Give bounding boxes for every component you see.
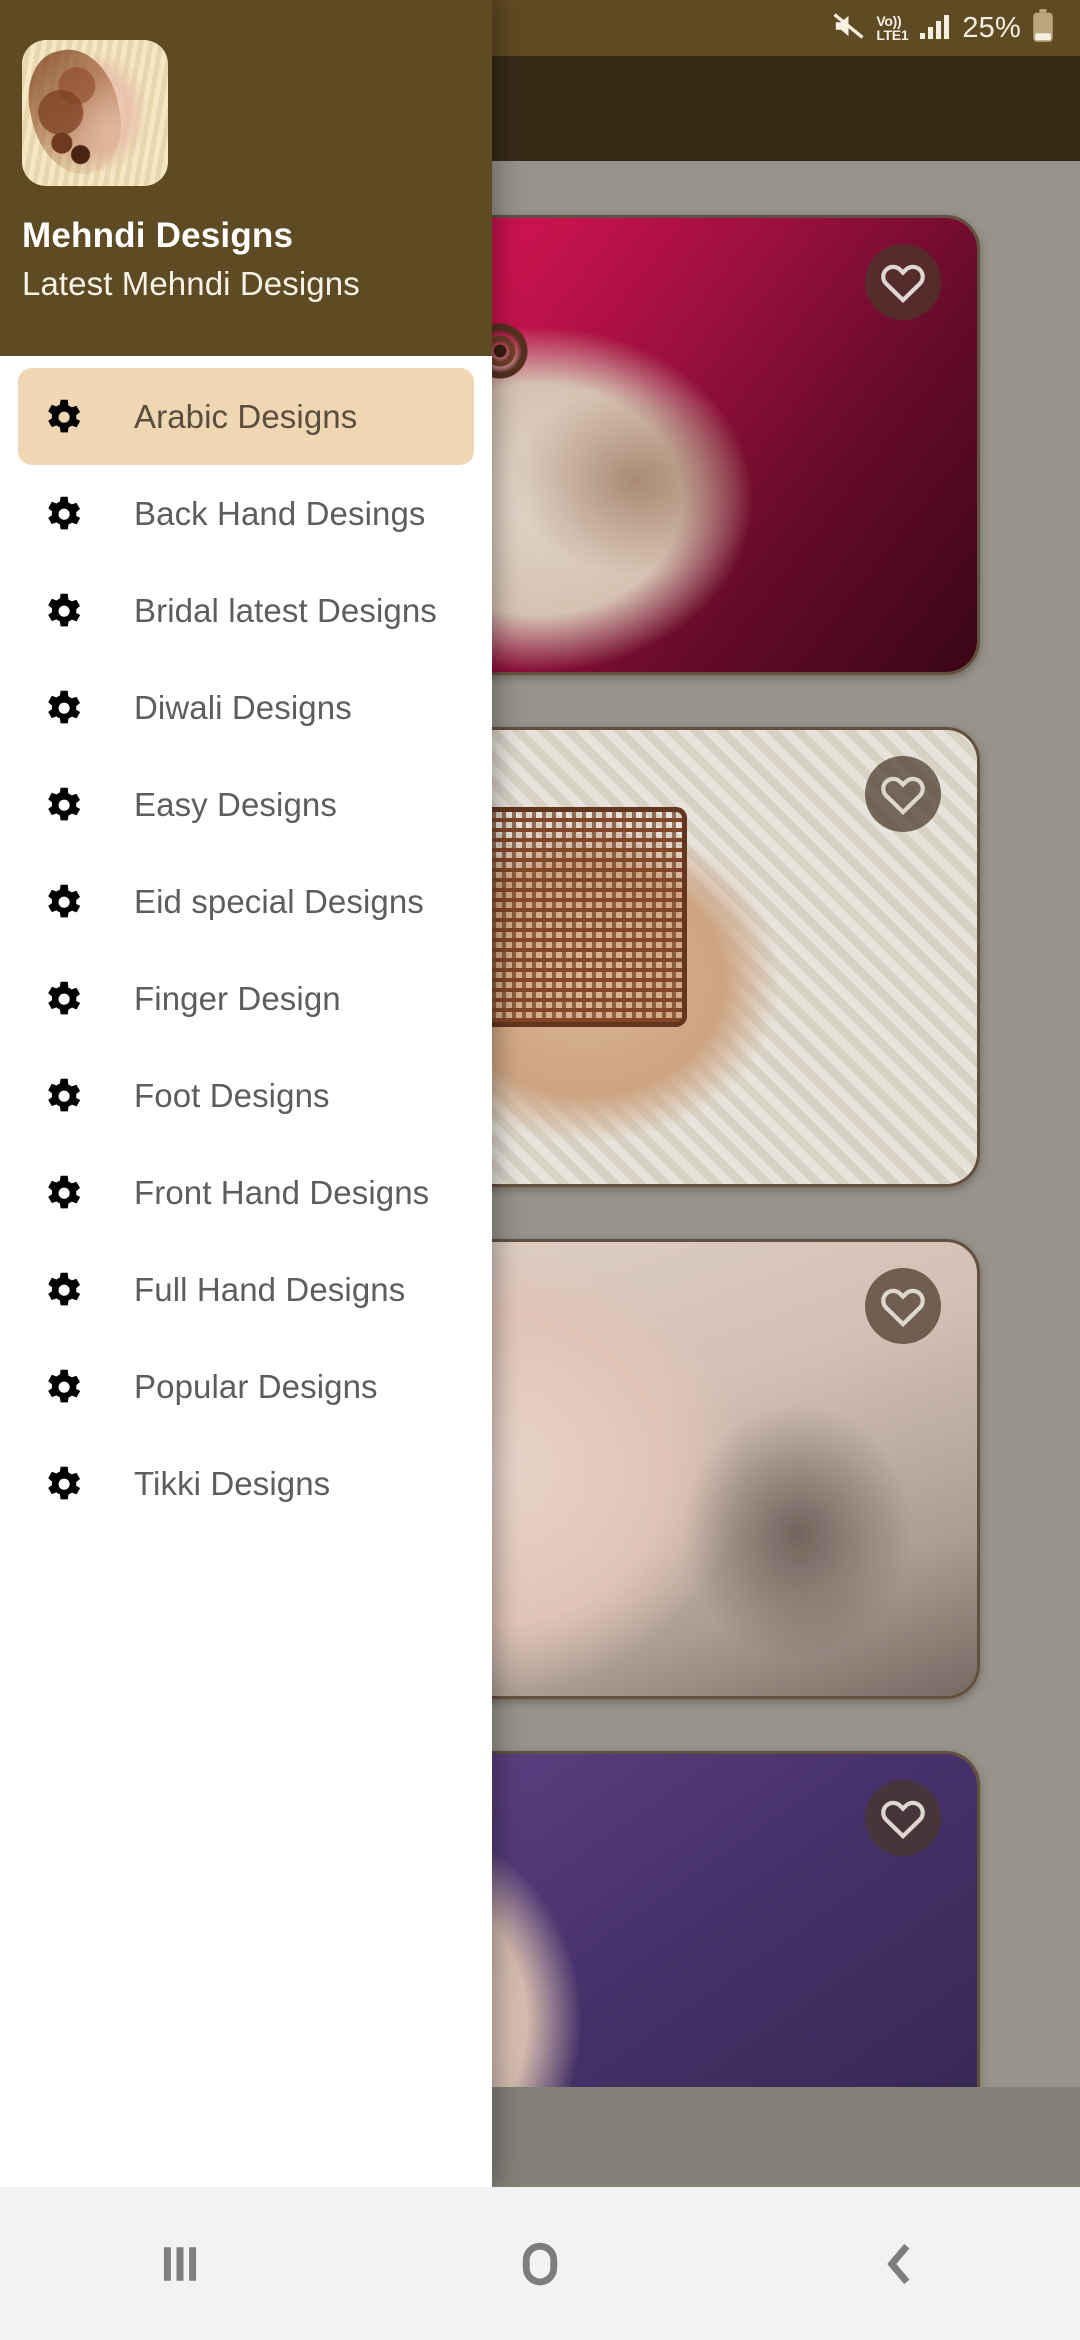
gear-icon <box>36 1364 88 1410</box>
navigation-drawer[interactable]: Mehndi Designs Latest Mehndi Designs Ara… <box>0 0 492 2187</box>
drawer-item-arabic-designs[interactable]: Arabic Designs <box>18 368 474 465</box>
recents-button[interactable] <box>0 2243 360 2285</box>
drawer-item-label: Bridal latest Designs <box>134 591 437 629</box>
drawer-item-eid-special-designs[interactable]: Eid special Designs <box>18 853 474 950</box>
gear-icon <box>36 394 88 440</box>
battery-percent-label: 25% <box>962 11 1021 44</box>
gear-icon <box>36 1267 88 1313</box>
system-navigation-bar <box>0 2187 1080 2340</box>
drawer-item-bridal-latest-designs[interactable]: Bridal latest Designs <box>18 562 474 659</box>
favorite-button-4[interactable] <box>865 1780 941 1856</box>
back-chevron-icon <box>887 2243 910 2284</box>
heart-outline-icon <box>881 1800 925 1839</box>
drawer-item-label: Easy Designs <box>134 785 337 823</box>
app-subtitle: Latest Mehndi Designs <box>22 265 360 302</box>
drawer-item-tikki-designs[interactable]: Tikki Designs <box>18 1435 474 1532</box>
gear-icon <box>36 1461 88 1507</box>
drawer-item-label: Finger Design <box>134 979 341 1017</box>
app-title: Mehndi Designs <box>22 216 294 255</box>
heart-outline-icon <box>881 776 925 815</box>
home-circle-icon <box>522 2242 558 2285</box>
drawer-item-label: Foot Designs <box>134 1076 330 1114</box>
drawer-item-foot-designs[interactable]: Foot Designs <box>18 1047 474 1144</box>
gear-icon <box>36 588 88 634</box>
volte-label-bottom: LTE1 <box>876 27 909 43</box>
mute-icon <box>832 12 865 45</box>
drawer-item-label: Tikki Designs <box>134 1464 331 1502</box>
gear-icon <box>36 879 88 925</box>
volte-icon: Vo)) LTE1 <box>876 14 908 42</box>
signal-bars-icon <box>919 12 951 45</box>
drawer-menu-list[interactable]: Arabic Designs Back Hand Desings Bridal la… <box>0 356 492 1532</box>
volte-label-top: Vo)) <box>876 13 902 29</box>
heart-outline-icon <box>881 1288 925 1327</box>
drawer-item-back-hand-desings[interactable]: Back Hand Desings <box>18 465 474 562</box>
drawer-item-label: Full Hand Designs <box>134 1270 406 1308</box>
app-logo-henna-pattern <box>22 41 131 183</box>
drawer-item-label: Back Hand Desings <box>134 494 426 532</box>
drawer-item-label: Arabic Designs <box>134 397 358 435</box>
gear-icon <box>36 782 88 828</box>
gear-icon <box>36 491 88 537</box>
drawer-item-label: Diwali Designs <box>134 688 352 726</box>
back-button[interactable] <box>720 2242 1080 2286</box>
favorite-button-1[interactable] <box>865 244 941 320</box>
drawer-item-finger-design[interactable]: Finger Design <box>18 950 474 1047</box>
drawer-item-popular-designs[interactable]: Popular Designs <box>18 1338 474 1435</box>
recents-icon <box>163 2246 197 2281</box>
heart-outline-icon <box>881 264 925 303</box>
drawer-item-full-hand-designs[interactable]: Full Hand Designs <box>18 1241 474 1338</box>
drawer-item-label: Popular Designs <box>134 1367 378 1405</box>
drawer-item-front-hand-designs[interactable]: Front Hand Designs <box>18 1144 474 1241</box>
home-button[interactable] <box>360 2242 720 2286</box>
gear-icon <box>36 976 88 1022</box>
drawer-item-diwali-designs[interactable]: Diwali Designs <box>18 659 474 756</box>
gear-icon <box>36 1170 88 1216</box>
gear-icon <box>36 685 88 731</box>
drawer-item-label: Eid special Designs <box>134 882 424 920</box>
app-logo-mehndi-hand <box>22 40 168 186</box>
drawer-item-easy-designs[interactable]: Easy Designs <box>18 756 474 853</box>
drawer-item-label: Front Hand Designs <box>134 1173 430 1211</box>
henna-square-motif <box>467 806 688 1027</box>
status-bar-right: Vo)) LTE1 25% <box>832 8 1080 48</box>
favorite-button-2[interactable] <box>865 756 941 832</box>
gear-icon <box>36 1073 88 1119</box>
battery-icon <box>1032 8 1054 48</box>
favorite-button-3[interactable] <box>865 1268 941 1344</box>
drawer-header: Mehndi Designs Latest Mehndi Designs <box>0 0 492 356</box>
